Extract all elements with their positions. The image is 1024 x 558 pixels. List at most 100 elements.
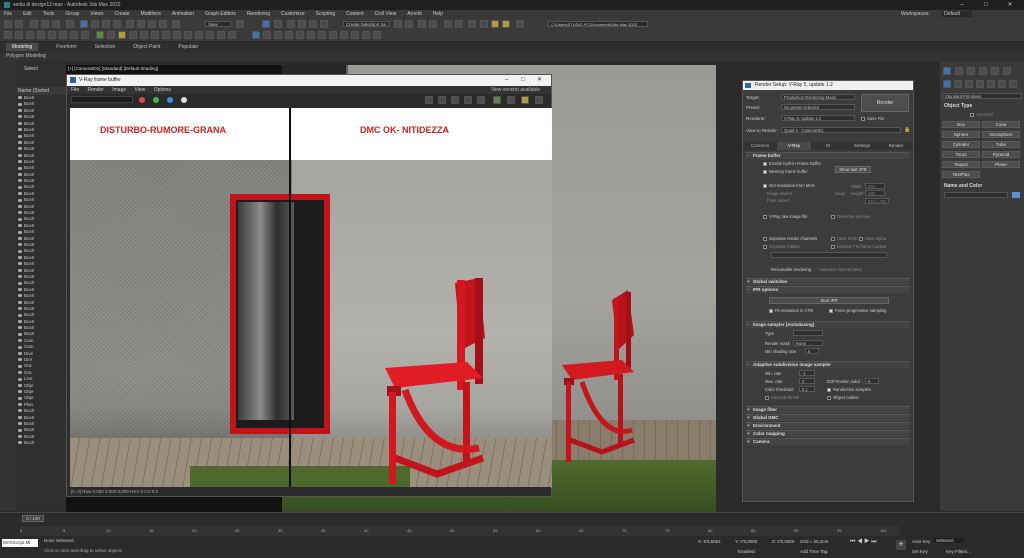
menu-graph-editors[interactable]: Graph Editors — [205, 11, 236, 17]
cone-button[interactable]: Cone — [982, 121, 1020, 128]
lens-effects-icon[interactable] — [451, 96, 459, 104]
save-rgb-checkbox[interactable]: Save RGB — [831, 236, 857, 241]
add-time-tag[interactable]: Add Time Tag — [800, 549, 827, 554]
visibility-icon[interactable] — [18, 383, 22, 387]
display-tab-icon[interactable] — [991, 67, 999, 75]
time-slider-thumb[interactable]: 0 / 100 — [22, 515, 44, 522]
visibility-icon[interactable] — [18, 160, 22, 164]
toggle-ribbon-icon[interactable] — [429, 20, 437, 28]
visibility-icon[interactable] — [18, 198, 22, 202]
expand-frame-checkbox[interactable]: Expand # to frame number — [831, 244, 887, 249]
visibility-icon[interactable] — [18, 396, 22, 400]
angle-snap-icon[interactable] — [298, 20, 306, 28]
y-coordinate[interactable]: Y: 0'0,0000 — [735, 539, 757, 544]
visibility-icon[interactable] — [18, 332, 22, 336]
vray-dome-icon[interactable] — [26, 31, 34, 39]
coord-icon[interactable] — [172, 20, 180, 28]
new-version-notice[interactable]: New version available — [491, 86, 540, 94]
arnold-tool-4-icon[interactable] — [285, 31, 293, 39]
ribbon-tab-populate[interactable]: Populate — [178, 44, 198, 50]
link-icon[interactable] — [30, 20, 38, 28]
view-to-render-dropdown[interactable]: Quad 4 - Camera001 — [781, 127, 901, 133]
visibility-icon[interactable] — [18, 403, 22, 407]
vfb-maximize-button[interactable]: □ — [521, 75, 525, 86]
sampler-type-dropdown[interactable] — [793, 330, 823, 336]
vfb-minimize-button[interactable]: – — [505, 75, 508, 86]
bind-icon[interactable] — [52, 20, 60, 28]
rollout-color-mapping[interactable]: Color mapping — [746, 430, 910, 437]
channels-path-field[interactable] — [771, 252, 887, 258]
resumable-rendering-label[interactable]: Resumable rendering — [771, 267, 811, 272]
scene-explorer-header[interactable]: Name (Sorted — [16, 87, 66, 95]
menu-tools[interactable]: Tools — [43, 11, 55, 17]
key-filters-button[interactable]: Key Filters... — [946, 549, 971, 554]
align-icon[interactable] — [405, 20, 413, 28]
vray-plane-icon[interactable] — [59, 31, 67, 39]
percent-snap-icon[interactable] — [309, 20, 317, 28]
textplus-button[interactable]: TextPlus — [942, 171, 980, 178]
schematic-icon[interactable] — [455, 20, 463, 28]
visibility-icon[interactable] — [18, 224, 22, 228]
stop-render-icon[interactable] — [535, 96, 543, 104]
geometry-icon[interactable] — [943, 80, 951, 88]
vray-ipr-icon[interactable] — [118, 31, 126, 39]
arnold-tool-12-icon[interactable] — [373, 31, 381, 39]
vray-cosmos-icon[interactable] — [129, 31, 137, 39]
alpha-channel-icon[interactable] — [181, 97, 187, 103]
auto-key-button[interactable]: Auto Key — [912, 539, 930, 544]
vfb-menu-file[interactable]: File — [71, 87, 79, 93]
start-ipr-button[interactable]: Start IPR — [769, 297, 889, 304]
visibility-icon[interactable] — [18, 115, 22, 119]
tab-settings[interactable]: Settings — [845, 142, 879, 150]
visibility-icon[interactable] — [18, 121, 22, 125]
vray-mtl-icon[interactable] — [96, 31, 104, 39]
visibility-icon[interactable] — [18, 204, 22, 208]
red-channel-icon[interactable] — [139, 97, 145, 103]
shapes-icon[interactable] — [954, 80, 962, 88]
visibility-icon[interactable] — [18, 217, 22, 221]
keyboard-shortcut-icon[interactable] — [274, 20, 282, 28]
show-last-vfb-button[interactable]: Show last VFB — [835, 166, 871, 173]
rollout-global-dmc[interactable]: Global DMC — [746, 414, 910, 421]
lock-icon[interactable]: 🔒 — [904, 127, 910, 133]
visibility-icon[interactable] — [18, 192, 22, 196]
vray-toolbar-icon[interactable] — [173, 31, 181, 39]
visibility-icon[interactable] — [18, 371, 22, 375]
maximize-button[interactable]: □ — [974, 0, 998, 10]
scale-icon[interactable] — [148, 20, 156, 28]
pivot-icon[interactable] — [236, 20, 244, 28]
save-alpha-checkbox[interactable]: Save alpha — [859, 236, 886, 241]
visibility-icon[interactable] — [18, 377, 22, 381]
visibility-icon[interactable] — [18, 179, 22, 183]
arnold-tool-7-icon[interactable] — [318, 31, 326, 39]
menu-modifiers[interactable]: Modifiers — [141, 11, 161, 17]
visibility-icon[interactable] — [18, 109, 22, 113]
visibility-icon[interactable] — [18, 249, 22, 253]
select-label[interactable]: Select — [24, 66, 38, 72]
visibility-icon[interactable] — [18, 211, 22, 215]
vfb-menu-image[interactable]: Image — [112, 87, 126, 93]
vray-icon[interactable] — [516, 20, 524, 28]
normals-thresh-checkbox[interactable]: Normals thresh — [765, 395, 799, 400]
visibility-icon[interactable] — [18, 288, 22, 292]
spinner-snap-icon[interactable] — [320, 20, 328, 28]
vray-tool-2-icon[interactable] — [184, 31, 192, 39]
target-dropdown[interactable]: Production Rendering Mode — [781, 94, 855, 100]
resolution-preset-dropdown[interactable]: 640 x 480 — [865, 198, 889, 204]
history-icon[interactable] — [464, 96, 472, 104]
object-outline-checkbox[interactable]: Object outline — [827, 395, 859, 400]
sphere-button[interactable]: Sphere — [942, 131, 980, 138]
space-warps-icon[interactable] — [998, 80, 1006, 88]
visibility-icon[interactable] — [18, 185, 22, 189]
teapot-button[interactable]: Teapot — [942, 161, 980, 168]
menu-rendering[interactable]: Rendering — [247, 11, 270, 17]
arnold-tool-8-icon[interactable] — [329, 31, 337, 39]
rollout-image-sampler[interactable]: Image sampler (Antialiasing) — [746, 321, 910, 328]
blue-channel-icon[interactable] — [167, 97, 173, 103]
vray-lister-icon[interactable] — [151, 31, 159, 39]
menu-views[interactable]: Views — [90, 11, 103, 17]
visibility-icon[interactable] — [18, 128, 22, 132]
force-progressive-checkbox[interactable]: Force progressive sampling — [829, 308, 886, 313]
select-icon[interactable] — [80, 20, 88, 28]
visibility-icon[interactable] — [18, 262, 22, 266]
